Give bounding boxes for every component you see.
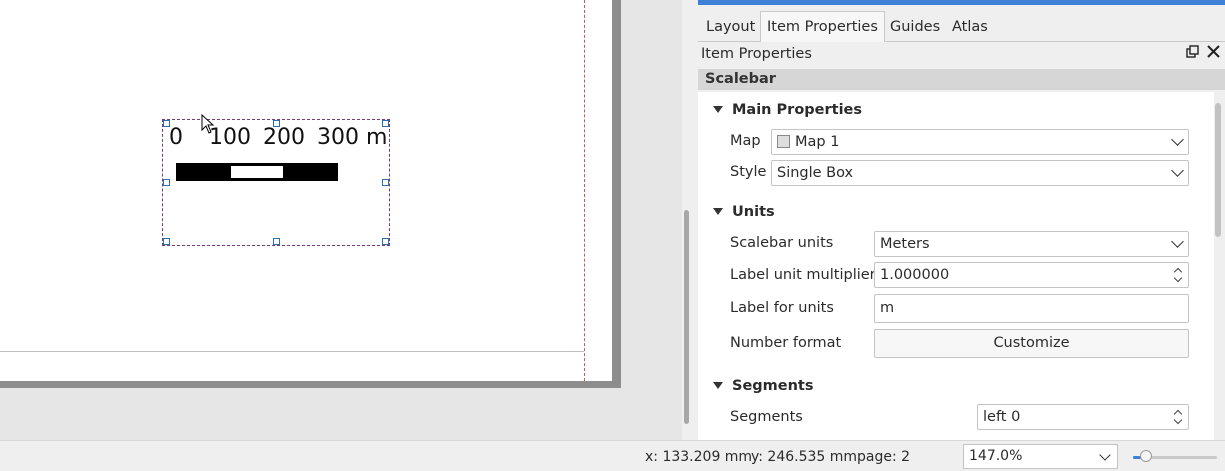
group-title-label: Units	[732, 204, 775, 220]
label-for-units-value: m	[880, 300, 895, 316]
group-segments[interactable]: Segments	[713, 378, 814, 394]
cursor-y-readout: y: 246.535 mm	[751, 449, 858, 465]
label-unit-multiplier-spinbox[interactable]: 1.000000	[874, 262, 1189, 288]
page-edge	[0, 351, 584, 352]
scalebar-item[interactable]: 0 100 200 300 m	[162, 119, 390, 246]
chevron-down-icon	[1171, 164, 1184, 177]
label-unit-multiplier-value: 1.000000	[880, 267, 950, 283]
properties-panel: Layout Item Properties Guides Atlas Item…	[698, 0, 1225, 440]
chevron-down-icon	[1099, 449, 1111, 461]
resize-handle-s[interactable]	[273, 238, 280, 245]
tab-atlas[interactable]: Atlas	[952, 15, 988, 41]
label-for-units-input[interactable]: m	[874, 294, 1189, 323]
section-header-scalebar: Scalebar	[698, 69, 1225, 90]
scalebar-box	[176, 163, 338, 181]
label-for-units-label: Label for units	[730, 300, 834, 316]
cursor-x-readout: x: 133.209 mm	[645, 449, 753, 465]
collapse-triangle-icon	[713, 105, 723, 113]
resize-handle-n[interactable]	[273, 120, 280, 127]
mouse-cursor-icon	[201, 114, 215, 134]
zoom-value: 147.0%	[969, 448, 1023, 464]
number-format-label: Number format	[730, 335, 842, 351]
map-icon	[777, 134, 790, 148]
label-unit-multiplier-label: Label unit multiplier	[730, 267, 876, 283]
tab-layout[interactable]: Layout	[706, 15, 755, 41]
status-bar: x: 133.209 mm y: 246.535 mm page: 2 147.…	[0, 440, 1225, 471]
canvas-vertical-scrollbar[interactable]	[684, 210, 689, 424]
style-value: Single Box	[777, 165, 854, 181]
zoom-combobox[interactable]: 147.0%	[963, 444, 1118, 469]
layout-page[interactable]: 0 100 200 300 m	[0, 0, 612, 381]
zoom-slider[interactable]	[1133, 450, 1217, 462]
scalebar-units-combobox[interactable]: Meters	[874, 231, 1189, 257]
collapse-triangle-icon	[713, 381, 723, 389]
segments-label: Segments	[730, 409, 803, 425]
map-value: Map 1	[795, 134, 840, 150]
float-dock-icon[interactable]	[1186, 45, 1199, 58]
scalebar-label: 200	[263, 125, 305, 150]
map-label: Map	[730, 133, 761, 149]
page-margin-guide	[584, 0, 585, 381]
resize-handle-ne[interactable]	[382, 120, 389, 127]
page-readout: page: 2	[857, 449, 911, 465]
scalebar-label: 300 m	[317, 125, 388, 150]
collapse-triangle-icon	[713, 207, 723, 215]
customize-button[interactable]: Customize	[874, 329, 1189, 358]
section-title: Scalebar	[705, 71, 776, 87]
tab-guides[interactable]: Guides	[890, 15, 940, 41]
layout-canvas[interactable]: 0 100 200 300 m	[0, 0, 689, 440]
panel-tabs: Layout Item Properties Guides Atlas	[698, 11, 1225, 42]
close-dock-icon[interactable]	[1207, 45, 1220, 58]
segments-value: left 0	[983, 409, 1021, 425]
scalebar-label: 0	[169, 125, 183, 150]
panel-top-selection-strip	[698, 0, 1225, 5]
resize-handle-nw[interactable]	[163, 120, 170, 127]
resize-handle-e[interactable]	[382, 179, 389, 186]
scalebar-units-label: Scalebar units	[730, 235, 834, 251]
tab-item-properties[interactable]: Item Properties	[760, 11, 885, 42]
panel-scrollbar[interactable]	[1215, 103, 1221, 237]
style-label: Style	[730, 164, 767, 180]
group-main-properties[interactable]: Main Properties	[713, 102, 862, 118]
resize-handle-se[interactable]	[382, 238, 389, 245]
map-combobox[interactable]: Map 1	[771, 129, 1189, 155]
scalebar-label: 100	[209, 125, 251, 150]
dock-title: Item Properties	[701, 46, 812, 62]
group-title-label: Segments	[732, 378, 814, 394]
properties-form: Main Properties Map Map 1 Style Single B…	[698, 92, 1214, 440]
spinbox-arrows[interactable]	[1172, 263, 1186, 287]
style-combobox[interactable]: Single Box	[771, 160, 1189, 186]
group-title-label: Main Properties	[732, 102, 863, 118]
scalebar-segment-white	[231, 166, 283, 178]
chevron-down-icon	[1171, 235, 1184, 248]
chevron-down-icon	[1171, 133, 1184, 146]
resize-handle-w[interactable]	[163, 179, 170, 186]
resize-handle-sw[interactable]	[163, 238, 170, 245]
scalebar-units-value: Meters	[880, 236, 930, 252]
zoom-slider-handle[interactable]	[1140, 450, 1152, 462]
group-units[interactable]: Units	[713, 204, 775, 220]
segments-left-spinbox[interactable]: left 0	[977, 404, 1189, 430]
spinbox-arrows[interactable]	[1172, 405, 1186, 429]
